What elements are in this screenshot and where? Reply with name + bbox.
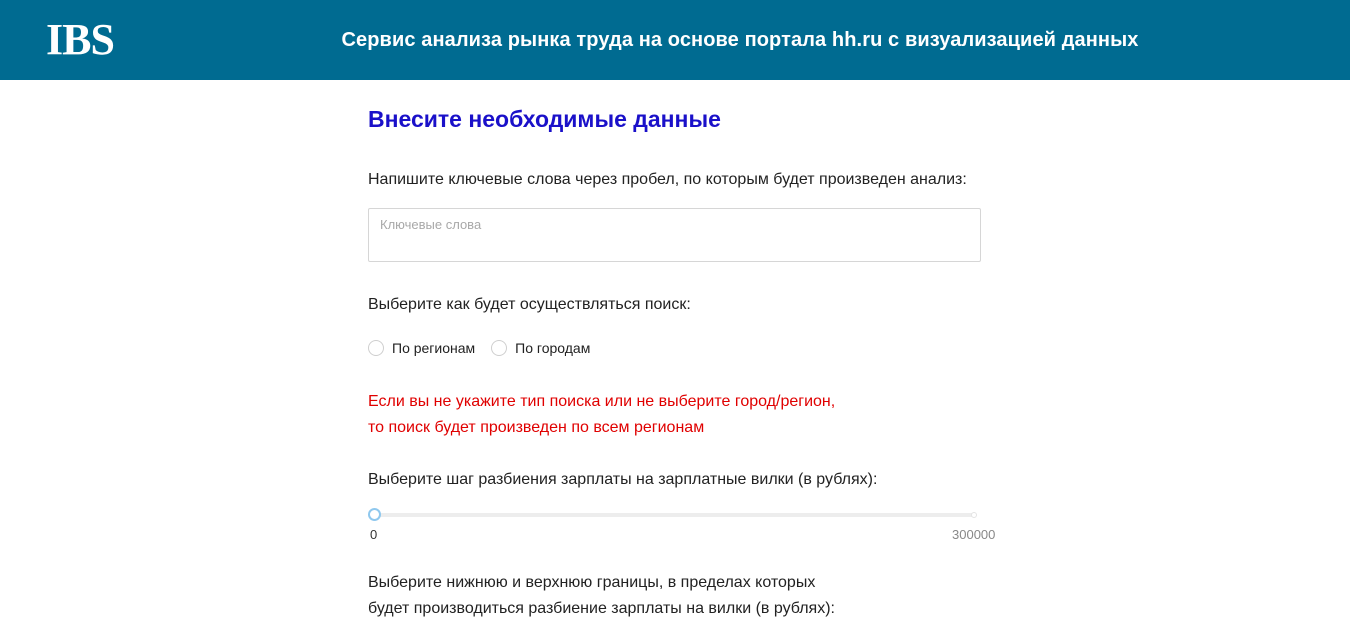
keywords-label: Напишите ключевые слова через пробел, по… [368, 171, 967, 188]
salary-step-label: Выберите шаг разбиения зарплаты на зарпл… [368, 471, 878, 488]
keywords-input[interactable] [368, 208, 981, 262]
search-type-label: Выберите как будет осуществляться поиск: [368, 296, 691, 313]
radio-option-cities[interactable]: По городам [491, 340, 590, 356]
radio-label-cities: По городам [515, 340, 591, 356]
salary-bounds-label: Выберите нижнюю и верхнюю границы, в пре… [368, 570, 835, 620]
search-type-radio-group: По регионам По городам [368, 338, 606, 358]
warning-line: Если вы не укажите тип поиска или не выб… [368, 393, 836, 410]
radio-option-regions[interactable]: По регионам [368, 340, 475, 356]
slider-handle[interactable] [368, 508, 381, 521]
slider-max-label: 300000 [952, 527, 996, 542]
slider-min-label: 0 [370, 527, 378, 542]
salary-bounds-line: Выберите нижнюю и верхнюю границы, в пре… [368, 574, 816, 591]
warning-line: то поиск будет произведен по всем регион… [368, 419, 705, 436]
radio-button-regions[interactable] [368, 340, 384, 356]
slider-end-dot [971, 512, 977, 518]
form-container: Внесите необходимые данные Напишите ключ… [368, 80, 1008, 620]
radio-button-cities[interactable] [491, 340, 508, 356]
slider-rail[interactable] [374, 513, 974, 517]
warning-message: Если вы не укажите тип поиска или не выб… [368, 389, 835, 441]
app-header: IBS Сервис анализа рынка труда на основе… [0, 0, 1350, 80]
page-title: Сервис анализа рынка труда на основе пор… [341, 29, 1139, 51]
salary-step-slider[interactable] [368, 508, 980, 522]
radio-label-regions: По регионам [392, 340, 476, 356]
salary-bounds-line: будет производиться разбиение зарплаты н… [368, 600, 835, 617]
form-title: Внесите необходимые данные [368, 106, 721, 132]
